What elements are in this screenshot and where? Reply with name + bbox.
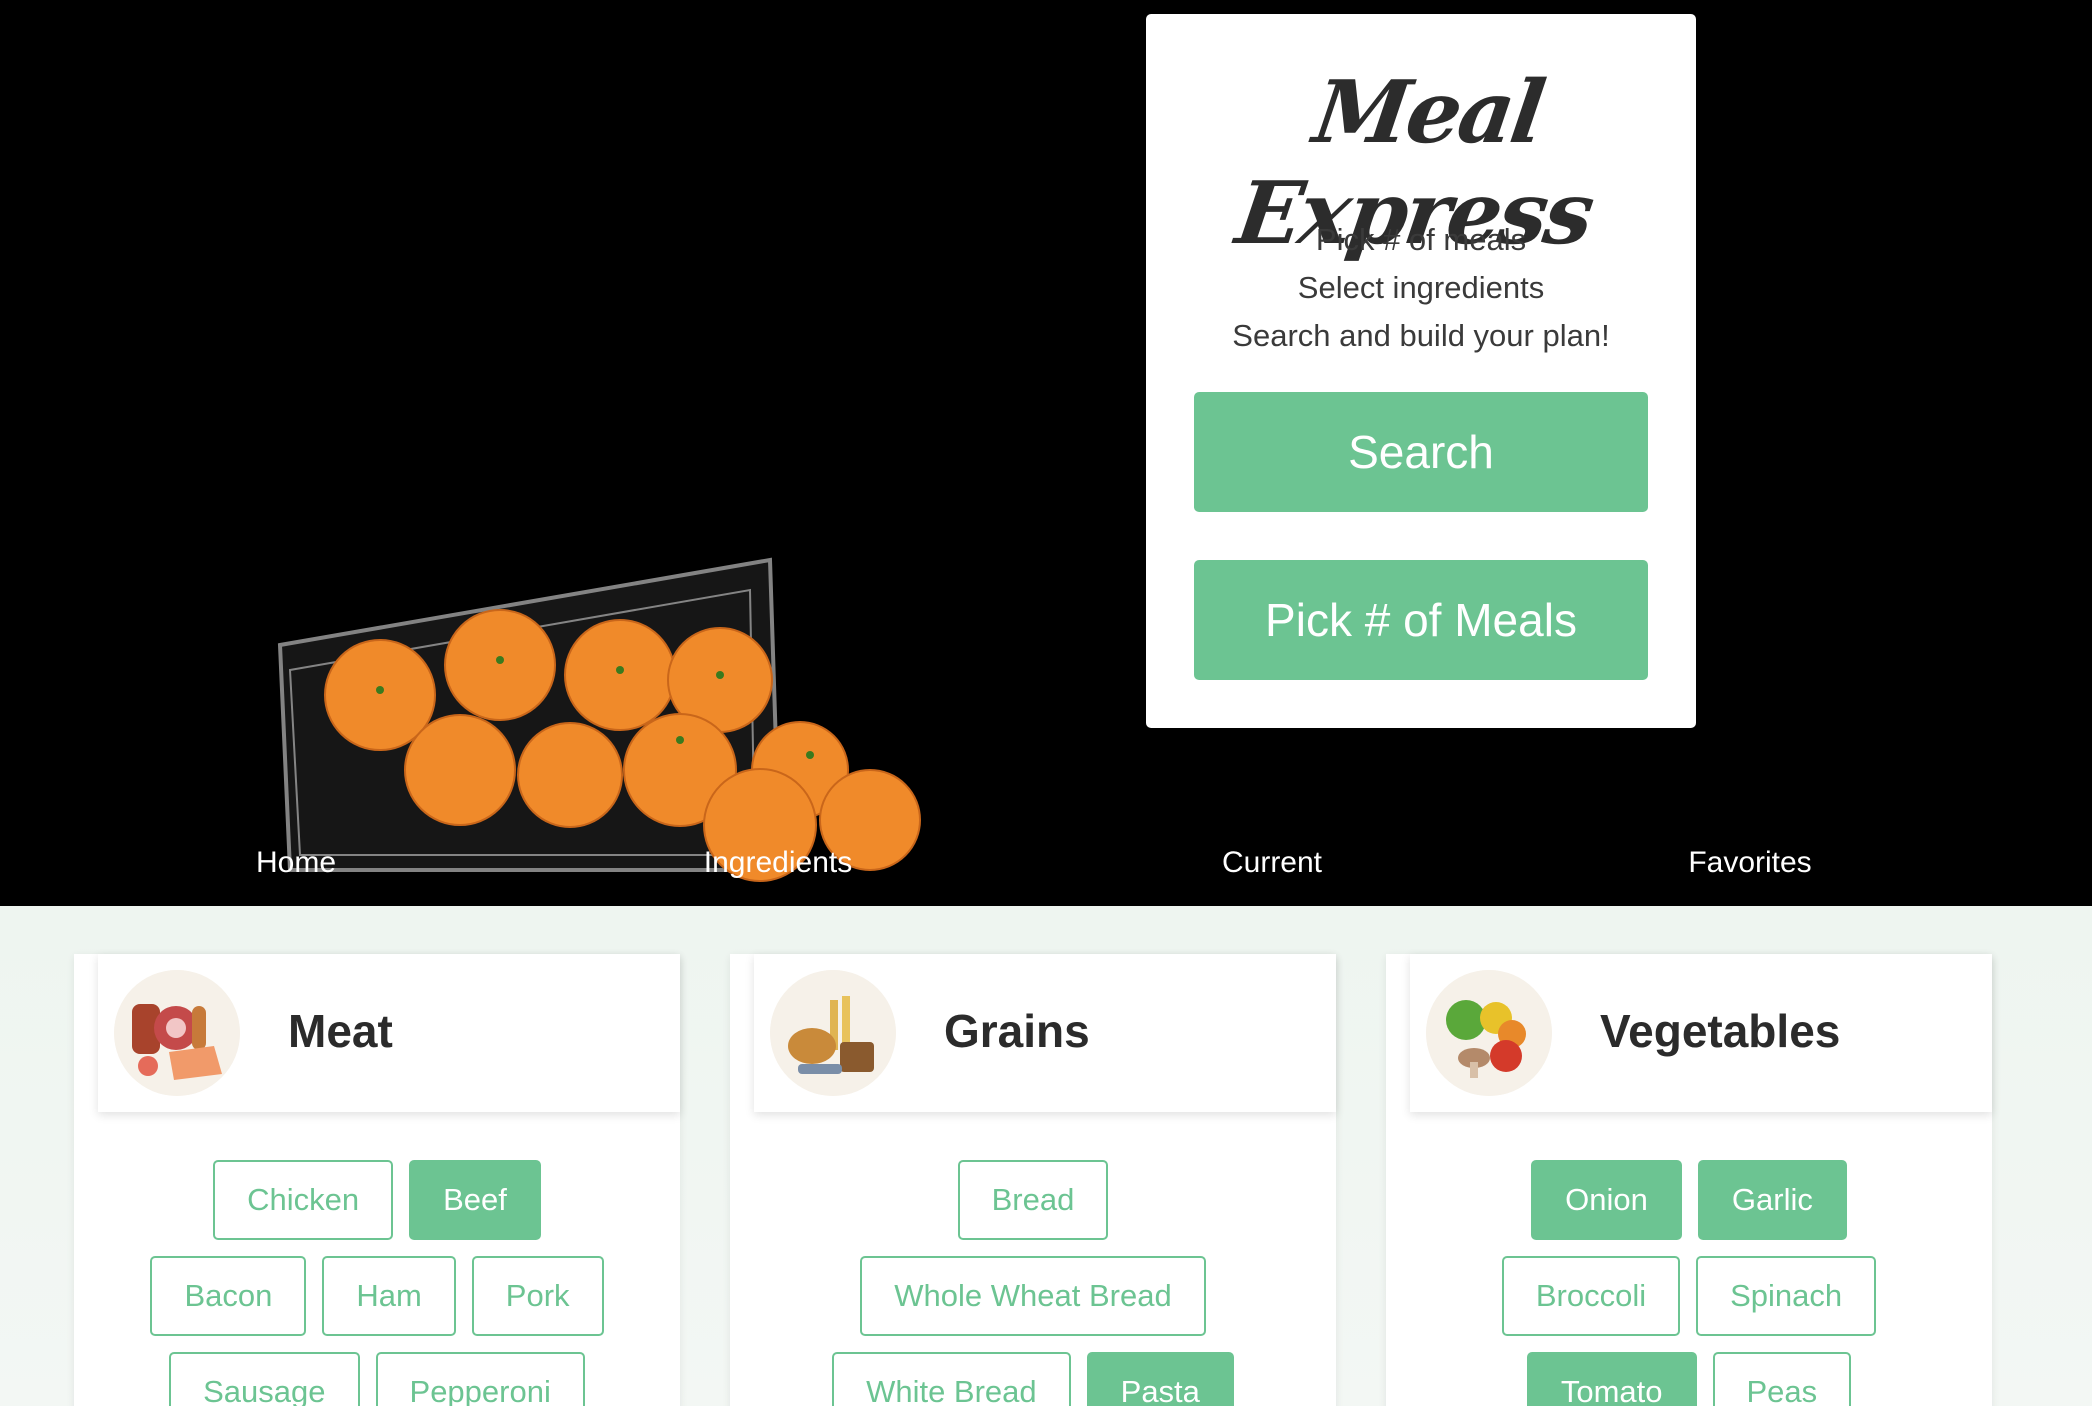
chip-row: Chicken Beef xyxy=(74,1160,680,1240)
chip-list: Bread Whole Wheat Bread White Bread Pasta xyxy=(730,1160,1336,1406)
pick-meals-button[interactable]: Pick # of Meals xyxy=(1194,560,1648,680)
nav-favorites[interactable]: Favorites xyxy=(1688,846,1811,880)
category-title: Meat xyxy=(288,1005,393,1057)
ingredient-chip[interactable]: Pepperoni xyxy=(375,1352,585,1406)
meat-icon xyxy=(114,970,240,1096)
category-card-vegetables: Vegetables Onion Garlic Broccoli Spinach Tom… xyxy=(1386,954,1992,1406)
vegetables-icon xyxy=(1426,970,1552,1096)
intro-card: Meal Express Pick # of meals Select ingr… xyxy=(1146,14,1696,728)
tagline-line: Select ingredients xyxy=(1297,270,1545,305)
nav-current[interactable]: Current xyxy=(1222,846,1322,880)
bread-icon xyxy=(770,970,896,1096)
ingredient-chip[interactable]: Spinach xyxy=(1696,1256,1877,1336)
ingredient-chip[interactable]: Broccoli xyxy=(1501,1256,1681,1336)
chip-list: Chicken Beef Bacon Ham Pork Sausage Pepperoni xyxy=(74,1160,680,1406)
chip-row: White Bread Pasta xyxy=(730,1352,1336,1406)
tagline: Pick # of meals Select ingredients Searc… xyxy=(1146,216,1696,360)
search-button[interactable]: Search xyxy=(1194,392,1648,512)
ingredient-chip[interactable]: Bread xyxy=(957,1160,1109,1240)
ingredient-chip[interactable]: Chicken xyxy=(213,1160,394,1240)
category-header: Meat xyxy=(98,954,680,1112)
tagline-line: Search and build your plan! xyxy=(1232,318,1610,353)
ingredient-chip[interactable]: Bacon xyxy=(150,1256,307,1336)
nav-ingredients[interactable]: Ingredients xyxy=(704,846,852,880)
category-title: Grains xyxy=(944,1005,1090,1057)
ingredient-chip[interactable]: Peas xyxy=(1712,1352,1852,1406)
category-header: Vegetables xyxy=(1410,954,1992,1112)
category-header: Grains xyxy=(754,954,1336,1112)
category-card-grains: Grains Bread Whole Wheat Bread White Bread… xyxy=(730,954,1336,1406)
main-nav: Home Ingredients Current Favorites xyxy=(0,846,2092,890)
ingredient-chip[interactable]: Tomato xyxy=(1526,1352,1697,1406)
category-title: Vegetables xyxy=(1600,1005,1841,1057)
chip-row: Bread xyxy=(730,1160,1336,1240)
tagline-line: Pick # of meals xyxy=(1315,222,1527,257)
ingredient-chip[interactable]: Pork xyxy=(471,1256,604,1336)
ingredient-chip[interactable]: Beef xyxy=(409,1160,541,1240)
ingredient-chip[interactable]: Sausage xyxy=(169,1352,360,1406)
chip-row: Whole Wheat Bread xyxy=(730,1256,1336,1336)
ingredients-section: Meat Chicken Beef Bacon Ham Pork Sausage Peppe… xyxy=(0,906,2092,1406)
chip-row: Tomato Peas xyxy=(1386,1352,1992,1406)
nav-home[interactable]: Home xyxy=(256,846,336,880)
chip-row: Sausage Pepperoni xyxy=(74,1352,680,1406)
ingredient-chip[interactable]: Ham xyxy=(322,1256,456,1336)
ingredient-chip[interactable]: Pasta xyxy=(1086,1352,1234,1406)
category-card-meat: Meat Chicken Beef Bacon Ham Pork Sausage Peppe… xyxy=(74,954,680,1406)
ingredient-chip[interactable]: Whole Wheat Bread xyxy=(860,1256,1206,1336)
chip-row: Bacon Ham Pork xyxy=(74,1256,680,1336)
ingredient-chip[interactable]: White Bread xyxy=(832,1352,1071,1406)
chip-row: Onion Garlic xyxy=(1386,1160,1992,1240)
chip-row: Broccoli Spinach xyxy=(1386,1256,1992,1336)
hero-section: Meal Express Pick # of meals Select ingr… xyxy=(0,0,2092,906)
chip-list: Onion Garlic Broccoli Spinach Tomato Peas xyxy=(1386,1160,1992,1406)
ingredient-chip[interactable]: Garlic xyxy=(1697,1160,1847,1240)
ingredient-chip[interactable]: Onion xyxy=(1531,1160,1682,1240)
